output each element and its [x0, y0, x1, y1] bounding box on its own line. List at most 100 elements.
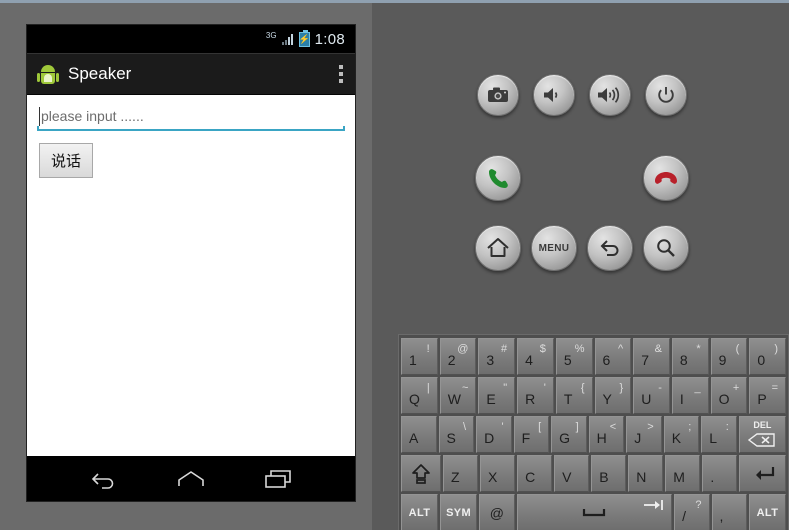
app-title-bar: Speaker	[27, 53, 355, 95]
status-bar: 3G ⚡ 1:08	[27, 25, 355, 53]
hardware-keyboard: 1! 2 @ 3 # 4 $ 5% 6 ^ 7 & 8 * 9( 0) Q | W ~ E " R…	[398, 334, 789, 530]
menu-button[interactable]: MENU	[531, 225, 577, 271]
key-r[interactable]: R '	[517, 377, 554, 414]
signal-strength-icon	[281, 33, 294, 45]
key-6[interactable]: 6 ^	[594, 338, 632, 375]
shift-icon	[412, 463, 430, 484]
overflow-menu-icon[interactable]	[339, 65, 343, 83]
text-input[interactable]	[37, 105, 345, 128]
key-3[interactable]: 3 #	[478, 338, 516, 375]
key-alt-left[interactable]: ALT	[401, 494, 439, 530]
key-8[interactable]: 8 *	[671, 338, 709, 375]
key-h[interactable]: H <	[588, 416, 625, 453]
key-b[interactable]: B	[591, 455, 627, 492]
speak-button[interactable]: 说话	[39, 143, 94, 178]
key-alt-right[interactable]: ALT	[748, 494, 786, 530]
key-5[interactable]: 5%	[555, 338, 593, 375]
emulator-controls-panel: MENU 1! 2 @ 3 # 4 $ 5 % 6 ^ 7 & 8 * 9 (…	[372, 0, 789, 530]
key-slash[interactable]: /?	[674, 494, 710, 530]
key-d[interactable]: D '	[476, 416, 512, 453]
search-button[interactable]	[643, 225, 689, 271]
key-f[interactable]: F[	[513, 416, 550, 453]
key-y[interactable]: Y}	[594, 377, 632, 414]
camera-button[interactable]	[477, 74, 519, 116]
volume-down-button[interactable]	[533, 74, 575, 116]
key-period[interactable]: .	[702, 455, 738, 492]
app-content-area: 说话	[27, 95, 355, 456]
phone-red-icon	[655, 172, 677, 184]
keyboard-row-numbers: 1! 2 @ 3 # 4 $ 5% 6 ^ 7 & 8 * 9( 0)	[401, 338, 787, 375]
keyboard-row-bottom-letters: Z X C V B N M .	[401, 455, 786, 492]
key-k[interactable]: K;	[663, 416, 700, 453]
power-button[interactable]	[645, 74, 687, 116]
hardware-buttons-group: MENU	[372, 3, 789, 303]
key-comma[interactable]: ,	[711, 494, 747, 530]
enter-icon	[755, 466, 774, 480]
key-i[interactable]: I _	[671, 377, 709, 414]
key-c[interactable]: C	[517, 455, 553, 492]
back-button[interactable]	[587, 225, 633, 271]
power-icon	[658, 86, 674, 103]
key-m[interactable]: M	[665, 455, 701, 492]
key-w[interactable]: W ~	[439, 377, 477, 414]
key-o[interactable]: O +	[710, 377, 748, 414]
android-emulator-window: 3G ⚡ 1:08 Speaker please input ...... 说话…	[0, 0, 789, 530]
phone-green-icon	[489, 169, 508, 188]
key-u[interactable]: U-	[633, 377, 670, 414]
keyboard-row-modifiers: ALT SYM @ /? , ALT	[401, 494, 786, 530]
key-2[interactable]: 2 @	[439, 338, 477, 375]
key-j[interactable]: J >	[626, 416, 662, 453]
network-type-label: 3G	[265, 30, 277, 40]
recent-apps-icon[interactable]	[255, 464, 301, 494]
space-icon	[583, 508, 606, 516]
key-sym[interactable]: SYM	[440, 494, 478, 530]
key-4[interactable]: 4 $	[517, 338, 554, 375]
key-enter[interactable]	[739, 455, 786, 492]
phone-device-screen: 3G ⚡ 1:08 Speaker please input ...... 说话	[26, 24, 356, 502]
key-p[interactable]: P =	[749, 377, 787, 414]
camera-icon	[488, 87, 508, 102]
phone-panel: 3G ⚡ 1:08 Speaker please input ...... 说话	[0, 0, 372, 530]
call-button[interactable]	[475, 155, 521, 201]
key-l[interactable]: L:	[701, 416, 737, 453]
key-shift[interactable]	[401, 455, 441, 492]
key-v[interactable]: V	[554, 455, 590, 492]
key-n[interactable]: N	[628, 455, 664, 492]
tab-icon	[644, 500, 664, 510]
key-at[interactable]: @	[479, 494, 515, 530]
home-icon[interactable]	[168, 464, 214, 494]
clock-label: 1:08	[314, 30, 345, 48]
key-9[interactable]: 9(	[710, 338, 748, 375]
end-call-button[interactable]	[643, 155, 689, 201]
home-button[interactable]	[475, 225, 521, 271]
delete-key-label: DEL	[753, 420, 772, 430]
volume-up-icon	[598, 87, 620, 103]
android-robot-icon	[37, 62, 59, 86]
key-space[interactable]	[516, 494, 673, 530]
key-1[interactable]: 1!	[401, 338, 438, 375]
navigation-bar	[27, 456, 355, 501]
key-x[interactable]: X	[480, 455, 516, 492]
key-e[interactable]: E "	[478, 377, 516, 414]
key-delete[interactable]: DEL	[738, 416, 787, 453]
key-z[interactable]: Z	[443, 455, 479, 492]
key-a[interactable]: A	[401, 416, 437, 453]
battery-charging-icon: ⚡	[298, 29, 310, 47]
key-0[interactable]: 0)	[749, 338, 787, 375]
key-g[interactable]: G]	[551, 416, 587, 453]
back-arrow-icon	[600, 240, 619, 256]
key-7[interactable]: 7 &	[633, 338, 670, 375]
key-s[interactable]: S \	[438, 416, 475, 453]
keyboard-row-qwerty: Q | W ~ E " R ' T{ Y} U- I _ O + P =	[401, 377, 787, 414]
volume-down-icon	[544, 88, 558, 102]
volume-up-button[interactable]	[589, 74, 631, 116]
key-q[interactable]: Q |	[401, 377, 438, 414]
search-icon	[657, 239, 675, 257]
home-outline-icon	[487, 238, 509, 257]
keyboard-row-home: A S \ D ' F[ G] H < J > K; L: DEL	[401, 416, 787, 453]
key-t[interactable]: T{	[555, 377, 593, 414]
menu-button-label: MENU	[538, 242, 570, 254]
app-title-label: Speaker	[68, 64, 132, 83]
input-focus-underline	[37, 126, 345, 131]
back-icon[interactable]	[81, 464, 127, 494]
